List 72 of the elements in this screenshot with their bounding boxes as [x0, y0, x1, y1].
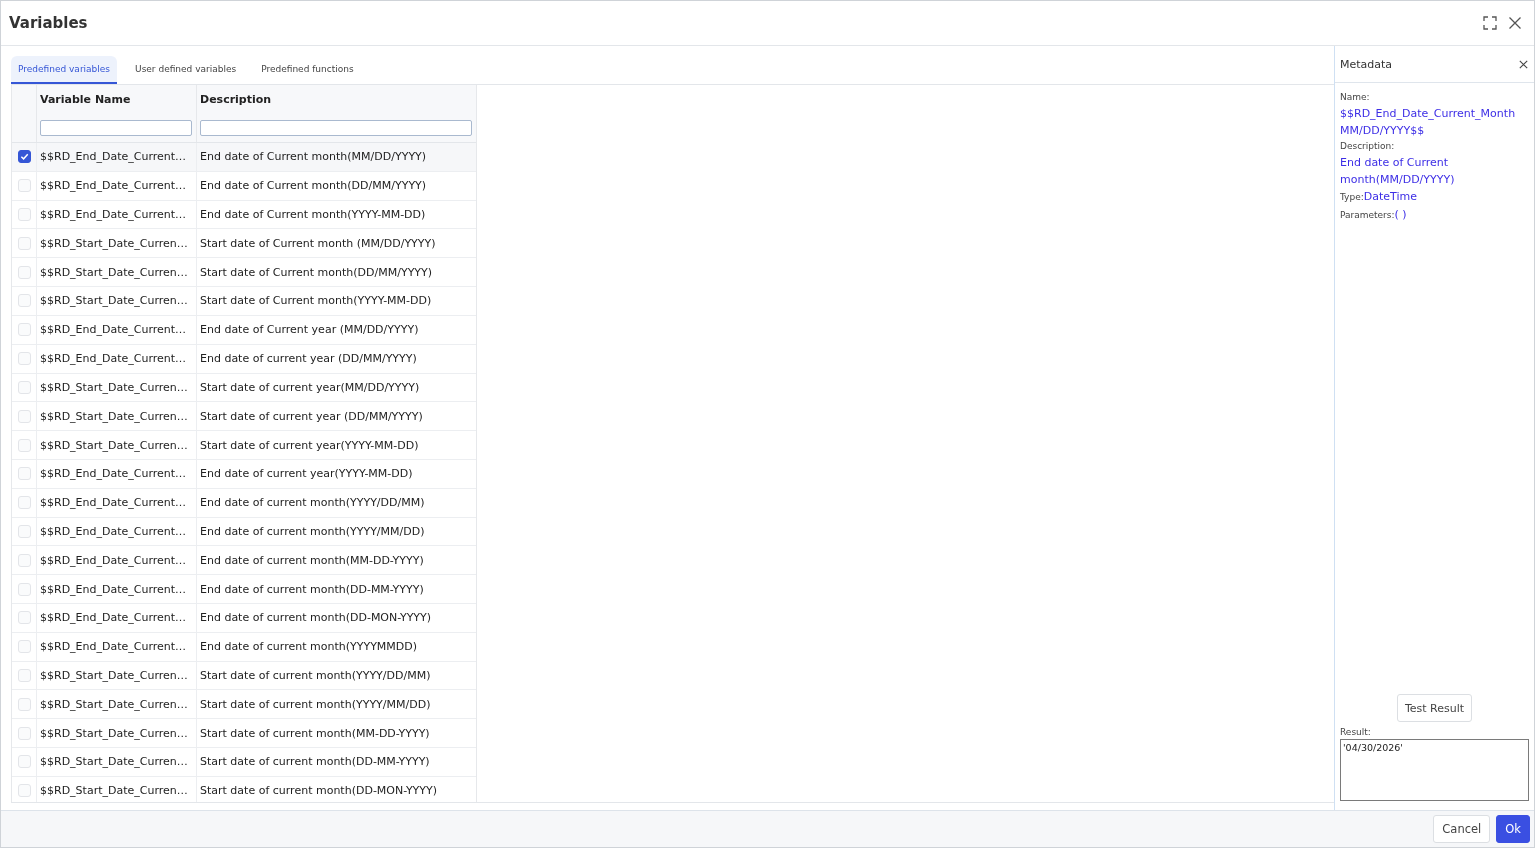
- table-cell-text: Start date of current month(YYYY/MM/DD): [199, 696, 432, 713]
- table-cell-text: Start date of current month(MM-DD-YYYY): [199, 725, 431, 742]
- table-cell: $$RD_Start_Date_Curren…: [37, 258, 197, 287]
- table-cell: $$RD_End_Date_Current…: [37, 604, 197, 632]
- tab[interactable]: Predefined variables: [11, 56, 118, 84]
- table-cell-text: Start date of Current month(YYYY-MM-DD): [199, 293, 433, 310]
- table-cell-text: Start date of current month(DD-MM-YYYY): [199, 754, 431, 771]
- table-cell: $$RD_Start_Date_Curren…: [37, 719, 197, 748]
- table-cell: $$RD_End_Date_Current…: [37, 632, 197, 661]
- table-cell-text: End date of current month(MM-DD-YYYY): [199, 552, 425, 569]
- close-icon[interactable]: [1508, 16, 1522, 30]
- table-cell-text: Start date of current year (DD/MM/YYYY): [199, 408, 424, 425]
- table-cell-text: End date of Current month(YYYY-MM-DD): [199, 207, 427, 224]
- table-cell-text: Start date of current year(MM/DD/YYYY): [199, 379, 421, 396]
- table-cell: $$RD_Start_Date_Curren…: [37, 748, 197, 776]
- field-label: Description:: [1340, 140, 1396, 153]
- table-cell: $$RD_End_Date_Current…: [37, 459, 197, 488]
- field-value: DateTime: [1363, 189, 1417, 205]
- table-cell: $$RD_End_Date_Current…: [37, 517, 197, 546]
- table-cell-text: Start date of current year(YYYY-MM-DD): [199, 437, 420, 454]
- table-cell-text: End date of current year (DD/MM/YYYY): [199, 351, 418, 368]
- table-cell-text: Start date of current month(DD-MON-YYYY): [199, 783, 439, 800]
- field-value: $$RD_End_Date_Current_Month MM/DD/YYYY$$: [1340, 106, 1517, 139]
- column-header: Description: [200, 92, 272, 106]
- table-cell-text: Start date of current month(YYYY/DD/MM): [199, 668, 432, 685]
- table-cell: $$RD_Start_Date_Curren…: [37, 776, 197, 802]
- table-cell-text: End date of Current month(DD/MM/YYYY): [199, 178, 428, 195]
- table-cell-text: End date of Current month(MM/DD/YYYY): [199, 149, 428, 166]
- table-cell-text: End date of current month(YYYY/MM/DD): [199, 523, 426, 540]
- table-cell-text: End date of current month(DD-MON-YYYY): [199, 610, 433, 627]
- field-label: Parameters:: [1340, 209, 1395, 222]
- checkbox[interactable]: [17, 150, 31, 164]
- table-cell: $$RD_End_Date_Current…: [37, 171, 197, 200]
- table-cell-text: End date of current year(YYYY-MM-DD): [199, 466, 414, 483]
- table-cell: $$RD_End_Date_Current…: [37, 200, 197, 229]
- result-field[interactable]: '04/30/2026': [1340, 739, 1529, 801]
- field-label: Name:: [1340, 91, 1371, 104]
- table-cell: $$RD_Start_Date_Curren…: [37, 287, 197, 315]
- table-cell: $$RD_Start_Date_Curren…: [37, 229, 197, 258]
- table-cell-text: Start date of Current month (MM/DD/YYYY): [199, 235, 437, 252]
- window-title: Variables: [9, 14, 88, 32]
- table-cell: $$RD_Start_Date_Curren…: [37, 431, 197, 459]
- cancel-button[interactable]: Cancel: [1433, 815, 1491, 843]
- table-cell: $$RD_Start_Date_Curren…: [37, 373, 197, 402]
- panel-title: Metadata: [1340, 57, 1393, 71]
- table-cell: $$RD_End_Date_Current…: [37, 575, 197, 603]
- field-label: Result:: [1340, 726, 1371, 739]
- table-cell: $$RD_End_Date_Current…: [37, 143, 197, 171]
- expand-icon[interactable]: [1483, 16, 1497, 30]
- table-cell: $$RD_End_Date_Current…: [37, 488, 197, 517]
- table-cell-text: Start date of Current month(DD/MM/YYYY): [199, 264, 434, 281]
- table-cell: $$RD_Start_Date_Curren…: [37, 690, 197, 719]
- filter-field[interactable]: [40, 119, 192, 136]
- table-cell-text: End date of current month(DD-MM-YYYY): [199, 581, 425, 598]
- field-value: End date of Current month(MM/DD/YYYY): [1340, 155, 1456, 188]
- table-cell: $$RD_Start_Date_Curren…: [37, 661, 197, 690]
- table-cell: $$RD_End_Date_Current…: [37, 315, 197, 344]
- tab[interactable]: User defined variables: [128, 56, 244, 84]
- test-result-button[interactable]: Test Result: [1396, 694, 1473, 722]
- table-cell: $$RD_End_Date_Current…: [37, 546, 197, 575]
- column-header: Variable Name: [40, 92, 131, 106]
- field-value: ( ): [1394, 207, 1407, 223]
- tab[interactable]: Predefined functions: [254, 56, 361, 84]
- field-label: Type:: [1340, 191, 1364, 204]
- table-cell-text: End date of current month(YYYYMMDD): [199, 639, 419, 656]
- ok-button[interactable]: Ok: [1496, 815, 1530, 843]
- table-cell: $$RD_End_Date_Current…: [37, 344, 197, 373]
- filter-field[interactable]: [200, 119, 472, 136]
- table-cell-text: End date of current month(YYYY/DD/MM): [199, 495, 426, 512]
- table-cell-text: End date of Current year (MM/DD/YYYY): [199, 322, 420, 339]
- table-cell: $$RD_Start_Date_Curren…: [37, 402, 197, 431]
- close-icon[interactable]: [1519, 59, 1528, 69]
